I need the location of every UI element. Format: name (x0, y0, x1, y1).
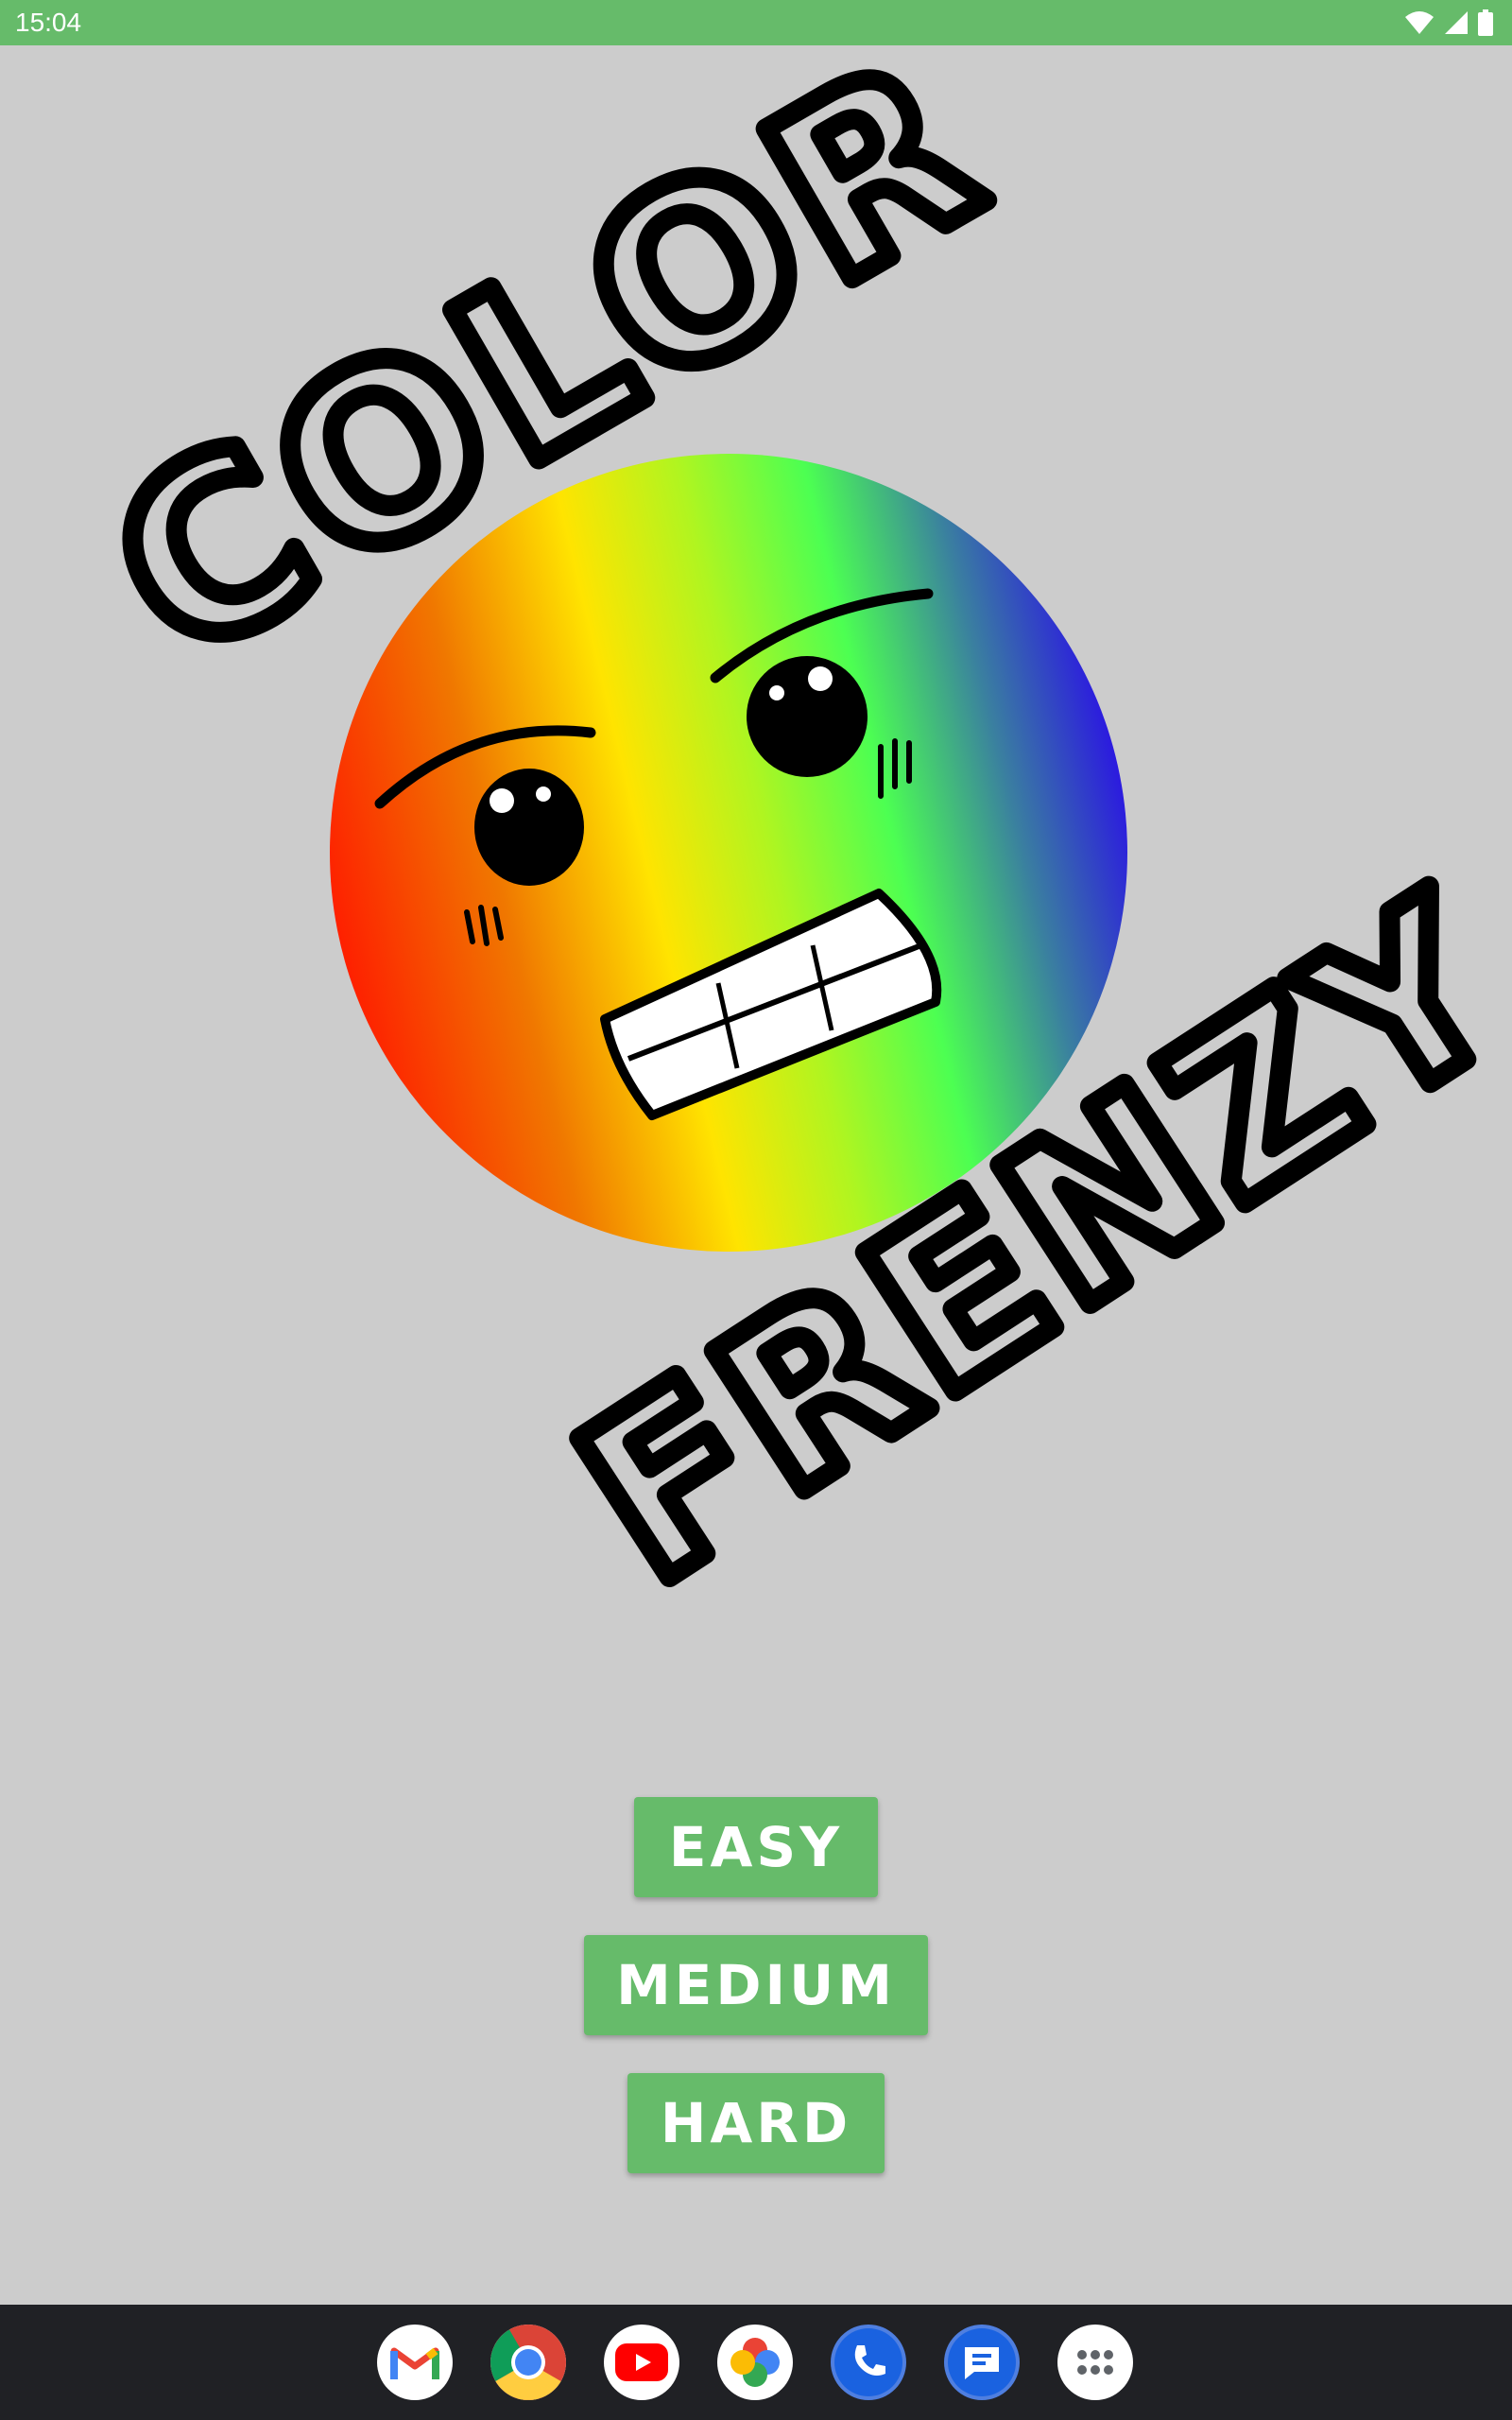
signal-icon (1444, 10, 1469, 35)
hard-button[interactable]: HARD (627, 2073, 885, 2173)
chrome-icon[interactable] (490, 2325, 566, 2400)
color-frenzy-logo: COLOR FRENZY (60, 45, 1512, 1644)
phone-icon[interactable] (831, 2325, 906, 2400)
status-time: 15:04 (15, 8, 82, 37)
status-icons (1404, 8, 1493, 38)
app-dock (0, 2305, 1512, 2420)
messages-icon[interactable] (944, 2325, 1020, 2400)
status-bar: 15:04 (0, 0, 1512, 45)
youtube-icon[interactable] (604, 2325, 679, 2400)
easy-button[interactable]: EASY (634, 1797, 878, 1897)
gmail-icon[interactable] (377, 2325, 453, 2400)
battery-icon (1478, 9, 1493, 36)
wifi-icon (1404, 9, 1435, 36)
medium-button[interactable]: MEDIUM (584, 1935, 928, 2035)
app-drawer-icon[interactable] (1057, 2325, 1133, 2400)
photos-icon[interactable] (717, 2325, 793, 2400)
